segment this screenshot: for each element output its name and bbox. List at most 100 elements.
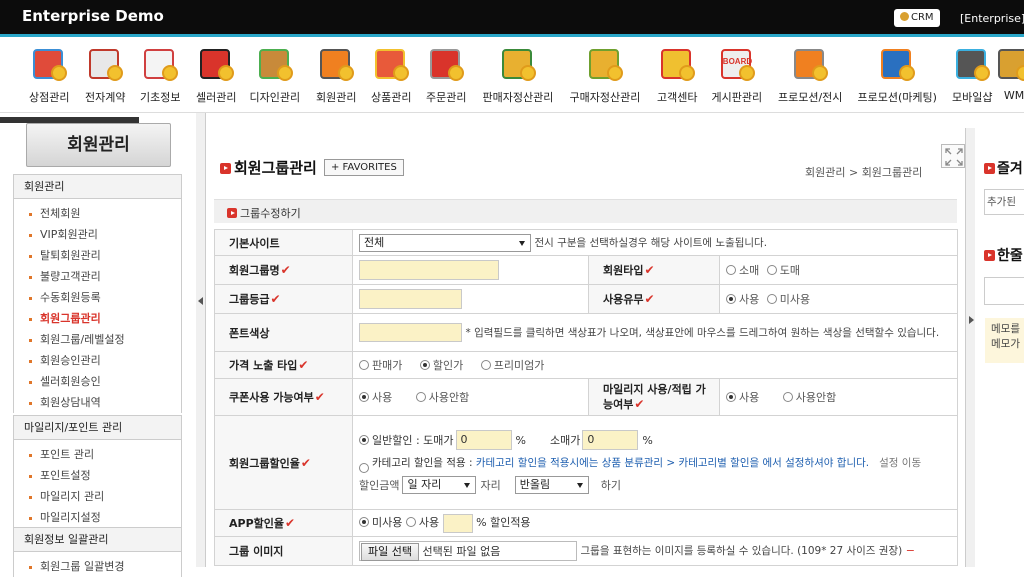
title-bullet-icon [220, 163, 231, 174]
use-radio-yes[interactable] [726, 294, 736, 304]
enterprise-label[interactable]: [Enterprise] f [960, 12, 1024, 25]
discount-line-category: 카테고리 할인을 적용 : 카테고리 할인을 적용시에는 상품 분류관리 > 카… [359, 452, 951, 473]
seller-icon [196, 43, 236, 85]
price-type-radio-discount[interactable] [419, 360, 430, 370]
file-input[interactable]: 파일 선택 선택된 파일 없음 [359, 541, 577, 561]
board-icon: BOARD [717, 43, 757, 85]
sidebar-group-title[interactable]: 마일리지/포인트 관리 [14, 416, 181, 440]
wholesale-discount-input[interactable]: 0 [455, 430, 512, 450]
memo-panel-title: 한줄 [984, 245, 1023, 265]
app-radio-no[interactable] [359, 517, 369, 527]
sidebar-header: 회원관리 [26, 123, 171, 167]
member-type-opt: 소매 [739, 264, 760, 277]
menu-item-9[interactable]: 구매자정산관리 [570, 43, 640, 105]
menu-item-14[interactable]: 모바일샵 [952, 43, 992, 105]
sidebar-item[interactable]: 회원상담내역 [14, 392, 181, 413]
crm-button[interactable]: CRM [894, 9, 940, 27]
member-type-radio-retail[interactable] [726, 265, 736, 275]
sidebar-item[interactable]: 포인트설정 [14, 465, 181, 486]
sidebar-item[interactable]: 전체회원 [14, 203, 181, 224]
menu-item-3[interactable]: 셀러관리 [196, 43, 236, 105]
form-row-image: 그룹 이미지 파일 선택 선택된 파일 없음 그룹을 표현하는 이미지를 등록하… [214, 536, 959, 566]
sidebar-item[interactable]: 회원승인관리 [14, 350, 181, 371]
menu-item-10[interactable]: 고객센타 [657, 43, 697, 105]
coupon-radio-no[interactable] [415, 392, 426, 402]
menu-item-12[interactable]: 프로모션/전시 [778, 43, 842, 105]
sidebar-item[interactable]: 셀러회원승인 [14, 371, 181, 392]
retail-discount-input[interactable]: 0 [582, 430, 639, 450]
discount-radio-normal[interactable] [359, 435, 369, 445]
sidebar-group-title[interactable]: 회원관리 [14, 175, 181, 199]
menu-item-4[interactable]: 디자인관리 [250, 43, 300, 105]
expand-icon[interactable] [941, 144, 965, 168]
left-collapse-bar[interactable] [196, 113, 206, 567]
digit-select[interactable]: 일 자리 [402, 476, 477, 494]
font-color-note: * 입력필드를 클릭하면 색상표가 나오며, 색상표안에 마우스를 드레그하여 … [465, 326, 940, 339]
menu-item-1[interactable]: 전자계약 [85, 43, 125, 105]
category-discount-prefix: 카테고리 할인을 적용 : [372, 457, 476, 469]
memo-input[interactable] [984, 277, 1024, 305]
menu-item-13[interactable]: 프로모션(마케팅) [858, 43, 937, 105]
round-select[interactable]: 반올림 [514, 476, 589, 494]
menu-item-label: 프로모션/전시 [778, 91, 843, 104]
group-name-input[interactable] [359, 260, 499, 280]
memo-line: 메모가 [991, 338, 1020, 350]
sidebar-item[interactable]: 포인트 관리 [14, 444, 181, 465]
favorites-panel-title: 즐겨 [984, 158, 1023, 178]
category-discount-link[interactable]: 설정 이동 [879, 457, 921, 469]
app-radio-yes[interactable] [405, 517, 416, 527]
site-label: 기본사이트 [214, 229, 353, 256]
grade-label: 그룹등급✔ [214, 284, 353, 314]
member-type-label-text: 회원타입 [603, 264, 644, 277]
sidebar-item[interactable]: 수동회원등록 [14, 287, 181, 308]
sidebar-group-title[interactable]: 회원정보 일괄관리 [14, 528, 181, 552]
app-suffix: % 할인적용 [476, 516, 531, 529]
app-discount-input[interactable] [442, 513, 473, 533]
mileage-radio-yes[interactable] [726, 392, 736, 402]
main-menu-bar: 상점관리 전자계약 기초정보 셀러관리 디자인관리 회원관리 상품관리 주문관리 판매자정산관리… [0, 37, 1024, 113]
menu-item-6[interactable]: 상품관리 [371, 43, 411, 105]
sidebar-item[interactable]: VIP회원관리 [14, 224, 181, 245]
sidebar-item[interactable]: 마일리지 관리 [14, 486, 181, 507]
menu-item-15[interactable]: WM [994, 43, 1024, 102]
menu-item-7[interactable]: 주문관리 [426, 43, 466, 105]
collapse-right-icon[interactable] [969, 316, 974, 324]
sidebar-item[interactable]: 탈퇴회원관리 [14, 245, 181, 266]
mileage-radio-no[interactable] [782, 392, 793, 402]
font-color-input[interactable] [359, 323, 462, 342]
price-type-radio-sale[interactable] [359, 360, 369, 370]
coupon-radio-yes[interactable] [359, 392, 369, 402]
digit-suffix: 자리 [480, 478, 501, 492]
sidebar-item[interactable]: 회원그룹/레벨설정 [14, 329, 181, 350]
favorites-button[interactable]: + FAVORITES [324, 159, 404, 176]
file-select-button[interactable]: 파일 선택 [361, 543, 419, 561]
site-select[interactable]: 전체 [359, 233, 531, 252]
form-row-site: 기본사이트 전체 전시 구분을 선택하실경우 해당 사이트에 노출됩니다. [214, 229, 959, 256]
menu-item-2[interactable]: 기초정보 [140, 43, 180, 105]
page-title: 회원그룹관리 [220, 157, 317, 178]
sidebar-group-bulk: 회원정보 일괄관리 회원그룹 일괄변경 [13, 527, 182, 577]
price-type-radio-premium[interactable] [480, 360, 491, 370]
required-check-icon: ✔ [270, 292, 281, 306]
member-type-opt: 도매 [779, 264, 800, 277]
menu-item-8[interactable]: 판매자정산관리 [483, 43, 553, 105]
collapse-left-icon[interactable] [198, 297, 203, 305]
menu-item-11[interactable]: BOARD 게시판관리 [712, 43, 762, 105]
sidebar-item[interactable]: 마일리지설정 [14, 507, 181, 528]
use-radio-no[interactable] [766, 294, 777, 304]
sidebar-item[interactable]: 불량고객관리 [14, 266, 181, 287]
menu-item-0[interactable]: 상점관리 [29, 43, 69, 105]
grade-input[interactable] [359, 289, 462, 309]
menu-item-5[interactable]: 회원관리 [316, 43, 356, 105]
discount-radio-category[interactable] [359, 463, 369, 473]
sidebar-item-active[interactable]: 회원그룹관리 [14, 308, 181, 329]
sidebar-group-mileage: 마일리지/포인트 관리 포인트 관리 포인트설정 마일리지 관리 마일리지설정 [13, 415, 182, 528]
right-collapse-bar[interactable] [965, 128, 975, 567]
grade-cell [352, 284, 589, 314]
required-check-icon: ✔ [634, 397, 645, 411]
member-type-radio-wholesale[interactable] [766, 265, 777, 275]
app-title: Enterprise Demo [22, 7, 164, 25]
coupon-opt: 사용 [372, 391, 393, 404]
coupon-label: 쿠폰사용 가능여부✔ [214, 378, 353, 416]
amount-label: 할인금액 [359, 478, 400, 492]
